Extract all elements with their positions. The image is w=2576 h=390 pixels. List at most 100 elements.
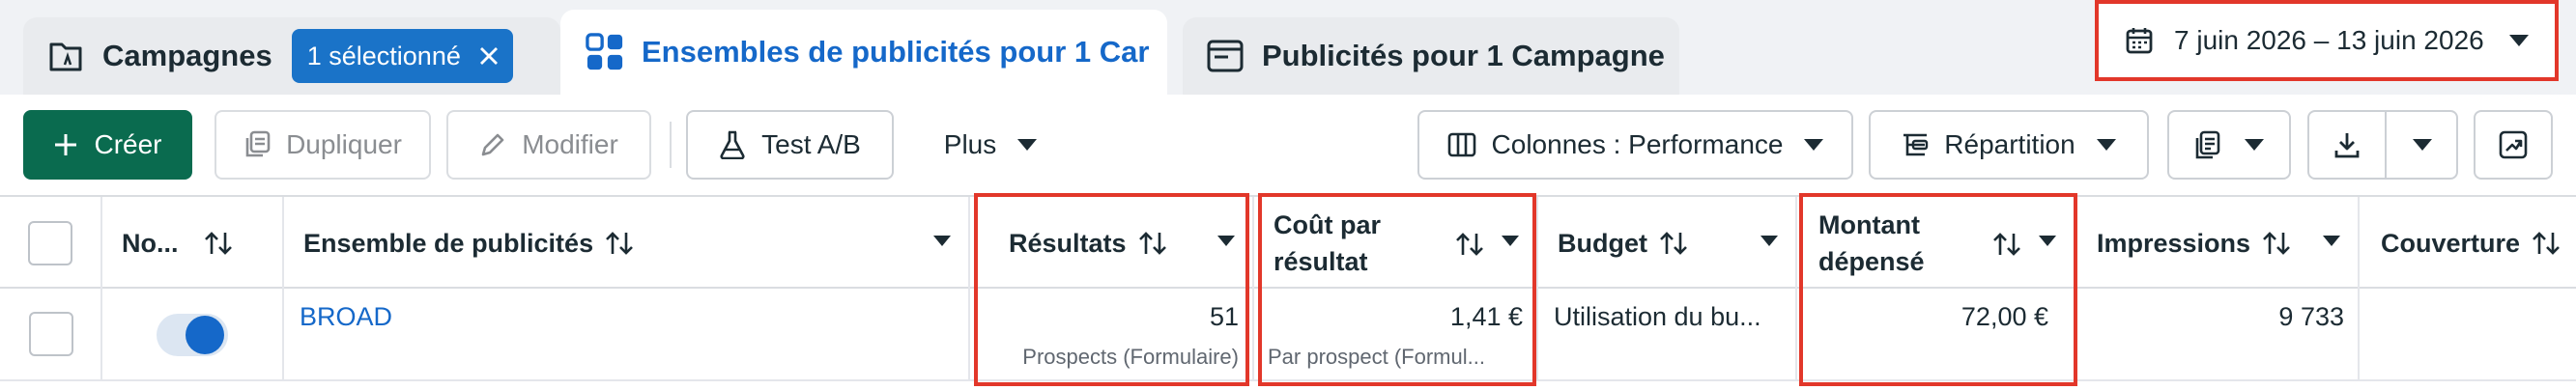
- create-button[interactable]: Créer: [23, 110, 192, 180]
- column-menu-icon[interactable]: [933, 236, 951, 246]
- edit-button[interactable]: Modifier: [446, 110, 651, 180]
- chevron-down-icon[interactable]: [2387, 112, 2458, 178]
- column-menu-icon[interactable]: [2039, 236, 2056, 246]
- export-button[interactable]: [2307, 110, 2458, 180]
- create-button-label: Créer: [94, 129, 162, 159]
- toggle-knob: [186, 316, 224, 354]
- tab-publicites-label: Publicités pour 1 Campagne: [1262, 39, 1665, 72]
- tab-publicites[interactable]: Publicités pour 1 Campagne: [1183, 17, 1679, 95]
- adset-name-link[interactable]: BROAD: [300, 302, 392, 332]
- grid-icon: [586, 33, 624, 71]
- more-button-label: Plus: [943, 129, 997, 159]
- tab-ensembles[interactable]: Ensembles de publicités pour 1 Car: [560, 10, 1167, 95]
- amount-spent-cell: 72,00 €: [1797, 289, 2075, 379]
- header-reach[interactable]: Couverture: [2360, 197, 2576, 289]
- selection-pill[interactable]: 1 sélectionné: [291, 29, 513, 83]
- columns-button[interactable]: Colonnes : Performance: [1417, 110, 1853, 180]
- cost-per-result-cell: 1,41 € Par prospect (Formul...: [1254, 289, 1538, 379]
- header-adset[interactable]: Ensemble de publicités: [284, 197, 970, 289]
- more-button[interactable]: Plus: [918, 110, 1063, 180]
- sort-icon[interactable]: [1992, 232, 2021, 257]
- chevron-down-icon: [2096, 139, 2116, 151]
- toolbar-divider: [670, 122, 672, 168]
- tab-ensembles-label: Ensembles de publicités pour 1 Car: [642, 35, 1150, 69]
- sort-icon[interactable]: [1455, 232, 1484, 257]
- header-impressions-label: Impressions: [2097, 228, 2251, 258]
- breakdown-button[interactable]: Répartition: [1869, 110, 2149, 180]
- ad-window-icon: [1206, 37, 1245, 75]
- results-sublabel: Prospects (Formulaire): [1022, 345, 1239, 369]
- header-select-all: [0, 197, 102, 289]
- sort-icon[interactable]: [204, 231, 233, 256]
- results-value: 51: [1209, 302, 1239, 331]
- calendar-icon: [2126, 27, 2153, 54]
- sort-icon[interactable]: [2532, 231, 2561, 256]
- adsets-table: No... Ensemble de publicités Résultats C…: [0, 195, 2576, 390]
- flask-icon: [719, 130, 746, 159]
- budget-value: Utilisation du bu...: [1554, 302, 1761, 331]
- header-reach-label: Couverture: [2381, 228, 2521, 258]
- expand-button[interactable]: [2474, 110, 2553, 180]
- ab-test-button[interactable]: Test A/B: [686, 110, 894, 180]
- tab-campagnes[interactable]: Campagnes 1 sélectionné: [23, 17, 560, 95]
- sort-icon[interactable]: [1659, 231, 1688, 256]
- results-cell: 51 Prospects (Formulaire): [970, 289, 1254, 379]
- header-cost-per-result[interactable]: Coût par résultat: [1254, 197, 1538, 289]
- tab-campagnes-label: Campagnes: [102, 39, 272, 72]
- duplicate-button[interactable]: Dupliquer: [215, 110, 431, 180]
- header-amount-spent[interactable]: Montant dépensé: [1797, 197, 2075, 289]
- tab-strip: Campagnes 1 sélectionné Ensembles de pub…: [0, 0, 2576, 95]
- reports-button[interactable]: [2167, 110, 2291, 180]
- column-menu-icon[interactable]: [1217, 236, 1235, 246]
- table-row[interactable]: BROAD 51 Prospects (Formulaire) 1,41 € P…: [0, 289, 2576, 381]
- duplicate-icon: [243, 130, 271, 159]
- cost-per-result-sublabel: Par prospect (Formul...: [1268, 345, 1485, 369]
- duplicate-button-label: Dupliquer: [286, 129, 402, 159]
- date-range-label: 7 juin 2026 – 13 juin 2026: [2174, 25, 2484, 55]
- status-toggle[interactable]: [157, 314, 228, 356]
- header-impressions[interactable]: Impressions: [2075, 197, 2360, 289]
- header-adset-label: Ensemble de publicités: [303, 228, 594, 258]
- budget-cell: Utilisation du bu...: [1538, 289, 1797, 379]
- sort-icon[interactable]: [2262, 231, 2291, 256]
- reach-cell: [2360, 289, 2576, 379]
- close-icon[interactable]: [478, 45, 500, 67]
- chevron-down-icon: [1804, 139, 1824, 151]
- download-icon[interactable]: [2309, 112, 2385, 178]
- row-checkbox[interactable]: [29, 312, 73, 356]
- cost-per-result-value: 1,41 €: [1449, 302, 1523, 331]
- select-all-checkbox[interactable]: [28, 220, 72, 265]
- header-budget-label: Budget: [1558, 228, 1647, 258]
- table-header: No... Ensemble de publicités Résultats C…: [0, 195, 2576, 289]
- adset-name-cell: BROAD: [284, 289, 970, 379]
- columns-button-label: Colonnes : Performance: [1491, 129, 1784, 159]
- folder-icon: [46, 37, 85, 75]
- breakdown-button-label: Répartition: [1944, 129, 2075, 159]
- ab-test-button-label: Test A/B: [761, 129, 861, 159]
- sort-icon[interactable]: [605, 231, 634, 256]
- header-results-label: Résultats: [1009, 228, 1127, 258]
- status-cell: [102, 289, 284, 379]
- edit-button-label: Modifier: [522, 129, 618, 159]
- header-amount-spent-label: Montant dépensé: [1818, 209, 1925, 276]
- column-menu-icon[interactable]: [1502, 236, 1519, 246]
- row-select-cell: [0, 289, 102, 379]
- header-status-label: No...: [122, 228, 179, 258]
- amount-spent-value: 72,00 €: [1961, 302, 2048, 331]
- chevron-down-icon: [2508, 35, 2529, 46]
- column-menu-icon[interactable]: [1760, 236, 1778, 246]
- chevron-down-icon: [2245, 139, 2264, 151]
- header-status[interactable]: No...: [102, 197, 284, 289]
- header-results[interactable]: Résultats: [970, 197, 1254, 289]
- pencil-icon: [479, 131, 506, 158]
- toolbar: Créer Dupliquer Modifier Test A/B Plus C…: [0, 95, 2576, 195]
- sort-icon[interactable]: [1138, 231, 1167, 256]
- plus-icon: [53, 132, 78, 157]
- columns-icon: [1447, 132, 1476, 157]
- column-menu-icon[interactable]: [2323, 236, 2340, 246]
- header-budget[interactable]: Budget: [1538, 197, 1797, 289]
- impressions-cell: 9 733: [2075, 289, 2360, 379]
- impressions-value: 9 733: [2278, 302, 2344, 331]
- date-range-picker[interactable]: 7 juin 2026 – 13 juin 2026: [2095, 0, 2559, 81]
- selection-pill-label: 1 sélectionné: [306, 41, 461, 70]
